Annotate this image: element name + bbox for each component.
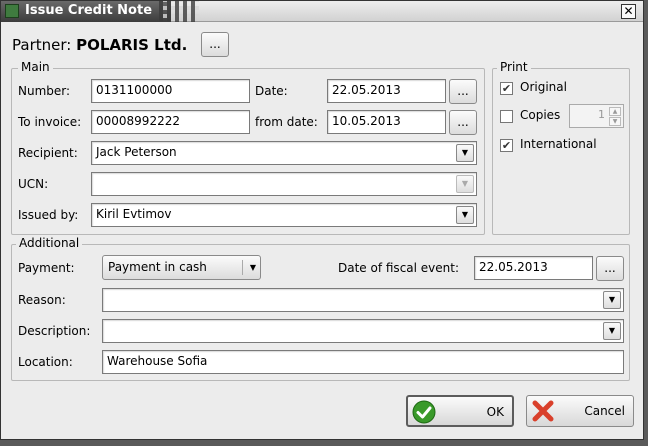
- partner-label: Partner:: [12, 36, 72, 54]
- print-legend: Print: [497, 60, 531, 74]
- title-bar-pattern: [159, 1, 199, 22]
- app-icon: [5, 4, 19, 18]
- international-label: International: [520, 137, 597, 151]
- payment-combo[interactable]: Payment in cash ▼: [102, 255, 261, 280]
- international-checkbox[interactable]: ✔: [500, 139, 513, 152]
- close-button[interactable]: ✕: [621, 4, 636, 19]
- issued-by-combo[interactable]: Kiril Evtimov ▼: [91, 203, 477, 227]
- spin-down-icon[interactable]: ▼: [609, 117, 621, 126]
- partner-browse-button[interactable]: ...: [201, 32, 229, 57]
- date-label: Date:: [255, 84, 288, 98]
- fiscal-date-picker-button[interactable]: ...: [596, 256, 624, 281]
- copies-checkbox[interactable]: [500, 110, 513, 123]
- number-field[interactable]: 0131100000: [91, 79, 250, 103]
- fiscal-date-label: Date of fiscal event:: [338, 261, 460, 275]
- location-label: Location:: [18, 355, 73, 369]
- issue-credit-note-window: Issue Credit Note ✕ Partner: POLARIS Ltd…: [0, 0, 644, 440]
- cancel-label: Cancel: [584, 404, 625, 418]
- main-legend: Main: [18, 60, 53, 74]
- to-invoice-field[interactable]: 00008992222: [91, 110, 250, 134]
- cancel-button[interactable]: Cancel: [526, 395, 634, 427]
- to-invoice-label: To invoice:: [18, 115, 82, 129]
- copies-spinbox[interactable]: 1 ▲ ▼: [569, 104, 624, 128]
- location-field[interactable]: Warehouse Sofia: [102, 350, 624, 374]
- ok-button[interactable]: OK: [406, 395, 514, 427]
- original-checkbox[interactable]: ✔: [500, 82, 513, 95]
- date-field[interactable]: 22.05.2013: [327, 79, 446, 103]
- recipient-value: Jack Peterson: [96, 145, 177, 159]
- partner-row: Partner: POLARIS Ltd.: [12, 36, 187, 54]
- date-picker-button[interactable]: ...: [449, 79, 477, 104]
- copies-label: Copies: [520, 108, 561, 122]
- description-combo[interactable]: ▼: [102, 319, 624, 343]
- original-label: Original: [520, 80, 567, 94]
- recipient-label: Recipient:: [18, 146, 78, 160]
- description-label: Description:: [18, 324, 91, 338]
- chevron-down-icon[interactable]: ▼: [456, 206, 474, 224]
- spin-up-icon[interactable]: ▲: [609, 107, 621, 116]
- chevron-down-icon[interactable]: ▼: [456, 175, 474, 193]
- ucn-label: UCN:: [18, 177, 49, 191]
- reason-label: Reason:: [18, 293, 66, 307]
- from-date-field[interactable]: 10.05.2013: [327, 110, 446, 134]
- window-title: Issue Credit Note: [25, 3, 153, 18]
- from-date-picker-button[interactable]: ...: [449, 110, 477, 135]
- ok-label: OK: [486, 405, 504, 419]
- partner-name: POLARIS Ltd.: [76, 36, 188, 54]
- copies-count: 1: [598, 108, 605, 121]
- recipient-combo[interactable]: Jack Peterson ▼: [91, 141, 477, 165]
- chevron-down-icon[interactable]: ▼: [603, 322, 621, 340]
- checkmark-icon: [412, 400, 436, 424]
- reason-combo[interactable]: ▼: [102, 288, 624, 312]
- number-label: Number:: [18, 84, 71, 98]
- fiscal-date-field[interactable]: 22.05.2013: [474, 256, 593, 280]
- ucn-combo[interactable]: ▼: [91, 172, 477, 196]
- payment-value: Payment in cash: [108, 260, 207, 274]
- from-date-label: from date:: [255, 115, 318, 129]
- chevron-down-icon[interactable]: ▼: [456, 144, 474, 162]
- title-bar[interactable]: Issue Credit Note ✕: [1, 1, 643, 22]
- payment-label: Payment:: [18, 261, 75, 275]
- additional-legend: Additional: [16, 236, 83, 250]
- close-icon: ✕: [623, 4, 634, 18]
- chevron-down-icon[interactable]: ▼: [603, 291, 621, 309]
- chevron-down-icon[interactable]: ▼: [242, 260, 256, 275]
- issued-by-value: Kiril Evtimov: [96, 207, 172, 221]
- cancel-x-icon: [532, 400, 554, 422]
- issued-by-label: Issued by:: [18, 208, 79, 222]
